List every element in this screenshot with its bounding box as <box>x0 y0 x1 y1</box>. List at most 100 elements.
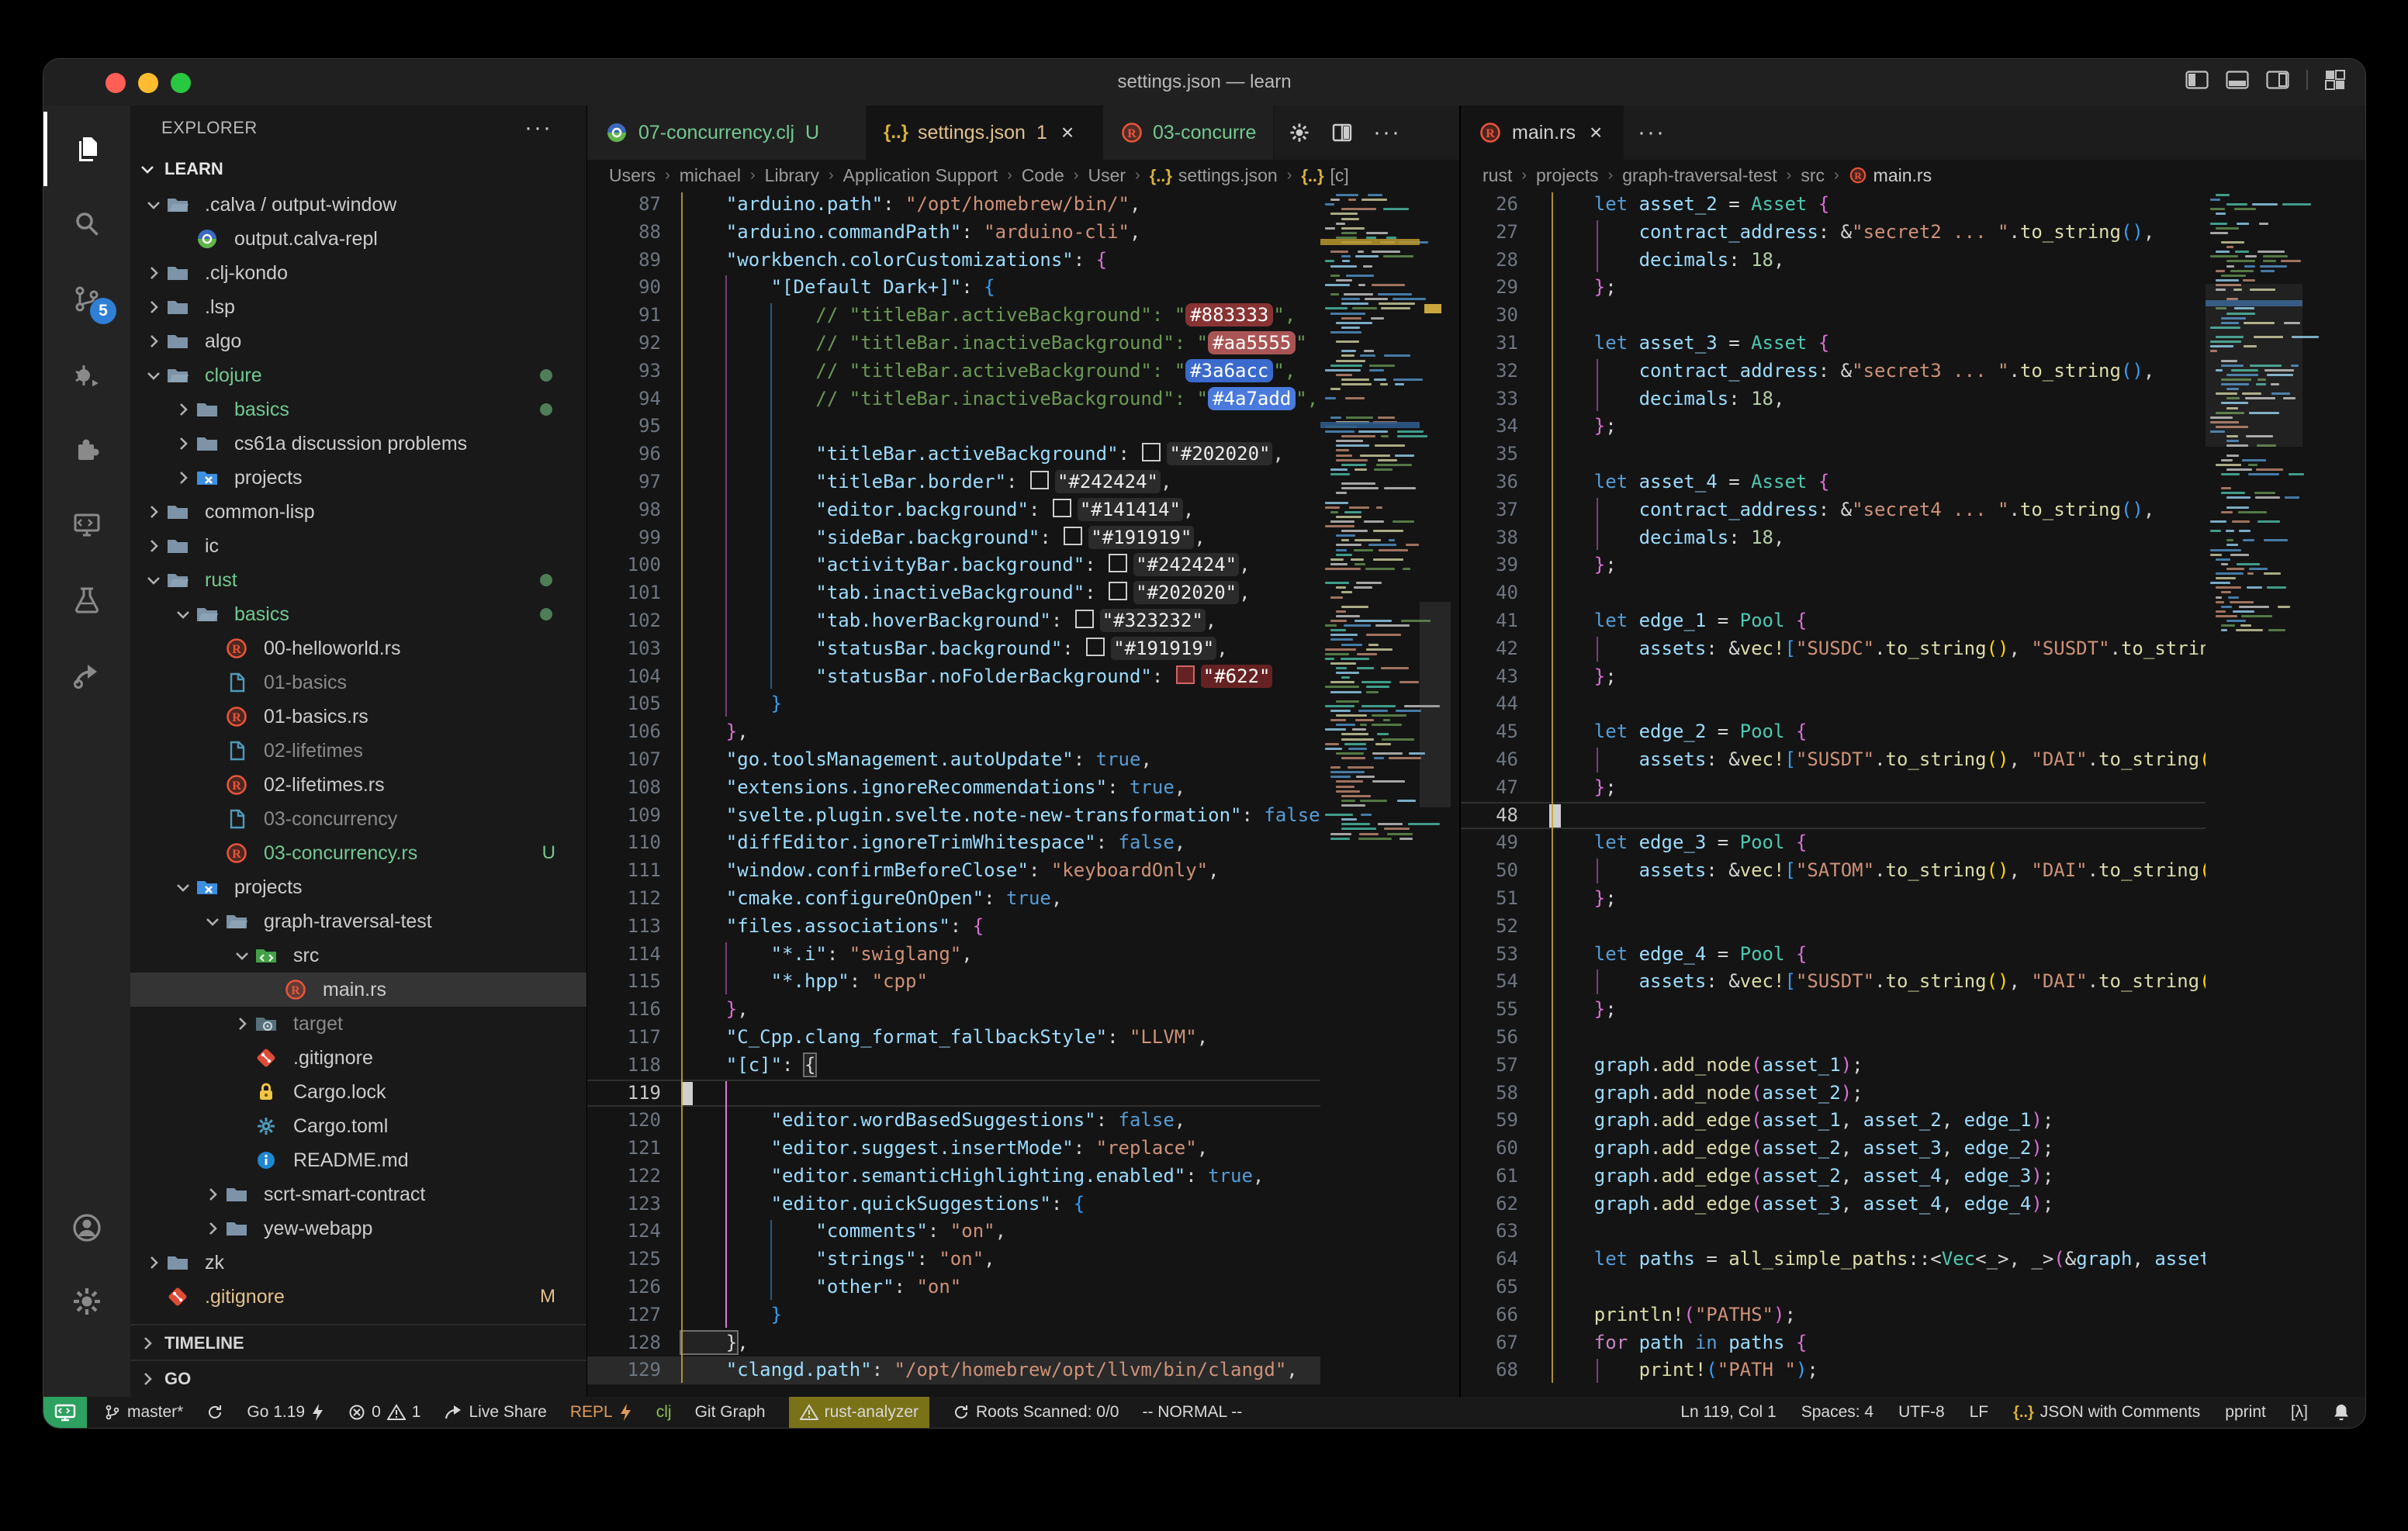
tree-item-02-lifetimes[interactable]: 02-lifetimes <box>130 734 586 768</box>
tree-item-common-lisp[interactable]: common-lisp <box>130 495 586 529</box>
breadcrumb-item-src[interactable]: src <box>1801 165 1825 186</box>
tree-item-output-calva-repl[interactable]: output.calva-repl <box>130 222 586 256</box>
account-icon[interactable] <box>43 1191 130 1265</box>
tree-item-clojure[interactable]: clojure <box>130 358 586 392</box>
remote-explorer-icon[interactable] <box>43 488 130 562</box>
tree-item-00-helloworld-rs[interactable]: R00-helloworld.rs <box>130 631 586 665</box>
tree-item-src[interactable]: src <box>130 938 586 973</box>
close-tab-icon[interactable]: × <box>1061 120 1074 145</box>
tree-item-zk[interactable]: zk <box>130 1246 586 1280</box>
run-debug-icon[interactable] <box>43 337 130 412</box>
tree-item-cargo-lock[interactable]: Cargo.lock <box>130 1075 586 1109</box>
timeline-section[interactable]: TIMELINE <box>130 1324 586 1361</box>
code-editor[interactable]: 26 let asset_2 = Asset {27 contract_addr… <box>1461 191 2366 1397</box>
tree-item--gitignore[interactable]: .gitignore <box>130 1041 586 1075</box>
breadcrumb-item-users[interactable]: Users <box>609 165 656 186</box>
customize-layout-icon[interactable] <box>2325 70 2345 90</box>
tree-item-cargo-toml[interactable]: Cargo.toml <box>130 1109 586 1143</box>
tree-item-scrt-smart-contract[interactable]: scrt-smart-contract <box>130 1177 586 1211</box>
status-item-bell-icon[interactable] <box>2333 1397 2350 1428</box>
breadcrumb-item-user[interactable]: User <box>1088 165 1126 186</box>
minimap[interactable] <box>2206 191 2366 1397</box>
files-icon[interactable] <box>43 112 130 186</box>
tree-item-projects[interactable]: projects <box>130 461 586 495</box>
tree-item-02-lifetimes-rs[interactable]: R02-lifetimes.rs <box>130 768 586 802</box>
tree-item-rust[interactable]: rust <box>130 563 586 597</box>
tab-main-rs[interactable]: Rmain.rs× <box>1461 105 1624 160</box>
tree-item-03-concurrency[interactable]: 03-concurrency <box>130 802 586 836</box>
test-beaker-icon[interactable] <box>43 563 130 638</box>
status-item--[interactable]: [λ] <box>2291 1397 2308 1428</box>
status-item-master-[interactable]: master* <box>104 1397 183 1428</box>
breadcrumb-item-application-support[interactable]: Application Support <box>843 165 998 186</box>
status-item-0[interactable]: 01 <box>348 1397 420 1428</box>
status-item-repl[interactable]: REPL <box>570 1397 633 1428</box>
breadcrumb-item-rust[interactable]: rust <box>1483 165 1512 186</box>
tree-item--lsp[interactable]: .lsp <box>130 290 586 324</box>
source-control-icon[interactable]: 5 <box>43 262 130 337</box>
breadcrumb-item-graph-traversal-test[interactable]: graph-traversal-test <box>1622 165 1777 186</box>
breadcrumb-item-projects[interactable]: projects <box>1536 165 1599 186</box>
more-actions-icon[interactable]: ··· <box>1373 119 1401 146</box>
breadcrumb-item-michael[interactable]: michael <box>680 165 741 186</box>
search-icon[interactable] <box>43 187 130 261</box>
tree-item-graph-traversal-test[interactable]: graph-traversal-test <box>130 904 586 938</box>
editor-scrollbar[interactable] <box>1420 191 1451 1397</box>
more-actions-icon[interactable]: ··· <box>1638 119 1666 146</box>
status-item-go-1-19[interactable]: Go 1.19 <box>247 1397 325 1428</box>
tree-item--clj-kondo[interactable]: .clj-kondo <box>130 256 586 290</box>
breadcrumb-item-settings-json[interactable]: {..}settings.json <box>1150 165 1278 186</box>
tree-item--gitignore[interactable]: .gitignoreM <box>130 1280 586 1312</box>
toggle-sidebar-icon[interactable] <box>2185 71 2209 89</box>
tree-item-main-rs[interactable]: Rmain.rs <box>130 973 586 1007</box>
editor-scrollbar[interactable] <box>2302 191 2326 1397</box>
status-item-utf-8[interactable]: UTF-8 <box>1898 1397 1945 1428</box>
minimap-slider[interactable] <box>2206 284 2302 447</box>
tree-item-cs61a-discussion-problems[interactable]: cs61a discussion problems <box>130 427 586 461</box>
settings-gear-icon[interactable] <box>43 1264 130 1339</box>
status-item-lf[interactable]: LF <box>1970 1397 1989 1428</box>
status-item--normal-[interactable]: -- NORMAL -- <box>1142 1397 1242 1428</box>
tree-item-basics[interactable]: basics <box>130 392 586 427</box>
status-item-live-share[interactable]: Live Share <box>444 1397 546 1428</box>
status-item-git-graph[interactable]: Git Graph <box>695 1397 766 1428</box>
status-item-clj[interactable]: clj <box>656 1397 672 1428</box>
status-item-roots-scanned-0-0[interactable]: Roots Scanned: 0/0 <box>953 1397 1119 1428</box>
tree-item-ic[interactable]: ic <box>130 529 586 563</box>
scrollbar-slider[interactable] <box>1420 602 1451 807</box>
tab-settings-json[interactable]: {..}settings.json1× <box>867 105 1103 160</box>
extensions-icon[interactable] <box>43 413 130 487</box>
breadcrumb-item-code[interactable]: Code <box>1022 165 1064 186</box>
status-item-sync-icon[interactable] <box>206 1397 223 1428</box>
settings-gear-icon[interactable] <box>1288 121 1311 144</box>
breadcrumb-item-main-rs[interactable]: Rmain.rs <box>1849 165 1932 186</box>
split-editor-icon[interactable] <box>1331 122 1353 143</box>
tree-item-01-basics[interactable]: 01-basics <box>130 665 586 700</box>
status-item-ln-119-col-1[interactable]: Ln 119, Col 1 <box>1680 1397 1776 1428</box>
breadcrumb-item-library[interactable]: Library <box>765 165 819 186</box>
remote-indicator[interactable] <box>43 1397 87 1428</box>
tree-item-basics[interactable]: basics <box>130 597 586 631</box>
toggle-secondary-sidebar-icon[interactable] <box>2266 71 2289 89</box>
tree-item-yew-webapp[interactable]: yew-webapp <box>130 1211 586 1246</box>
go-section[interactable]: GO <box>130 1360 586 1397</box>
tab-07-concurrency-clj[interactable]: 07-concurrency.cljU <box>587 105 867 160</box>
tree-item-target[interactable]: target <box>130 1007 586 1041</box>
tab-03-concurrency-rs[interactable]: R03-concurrency.rs <box>1103 105 1274 160</box>
status-item-spaces-4[interactable]: Spaces: 4 <box>1801 1397 1873 1428</box>
toggle-panel-icon[interactable] <box>2226 71 2249 89</box>
tree-item-projects[interactable]: projects <box>130 870 586 904</box>
live-share-icon[interactable] <box>43 638 130 713</box>
status-item-pprint[interactable]: pprint <box>2225 1397 2266 1428</box>
tree-item-03-concurrency-rs[interactable]: R03-concurrency.rsU <box>130 836 586 870</box>
explorer-more-actions-icon[interactable]: ··· <box>524 115 552 141</box>
code-editor[interactable]: 87 "arduino.path": "/opt/homebrew/bin/",… <box>587 191 1460 1397</box>
close-tab-icon[interactable]: × <box>1590 120 1602 145</box>
tree-item--calva-output-window[interactable]: .calva / output-window <box>130 188 586 222</box>
workspace-section-header[interactable]: LEARN <box>130 150 586 188</box>
tree-item-readme-md[interactable]: README.md <box>130 1143 586 1177</box>
status-item-rust-analyzer[interactable]: rust-analyzer <box>789 1397 929 1428</box>
tree-item-algo[interactable]: algo <box>130 324 586 358</box>
breadcrumb-item--c-[interactable]: {..}[c] <box>1301 165 1348 186</box>
status-item-json-with-comments[interactable]: {..}JSON with Comments <box>2013 1397 2200 1428</box>
